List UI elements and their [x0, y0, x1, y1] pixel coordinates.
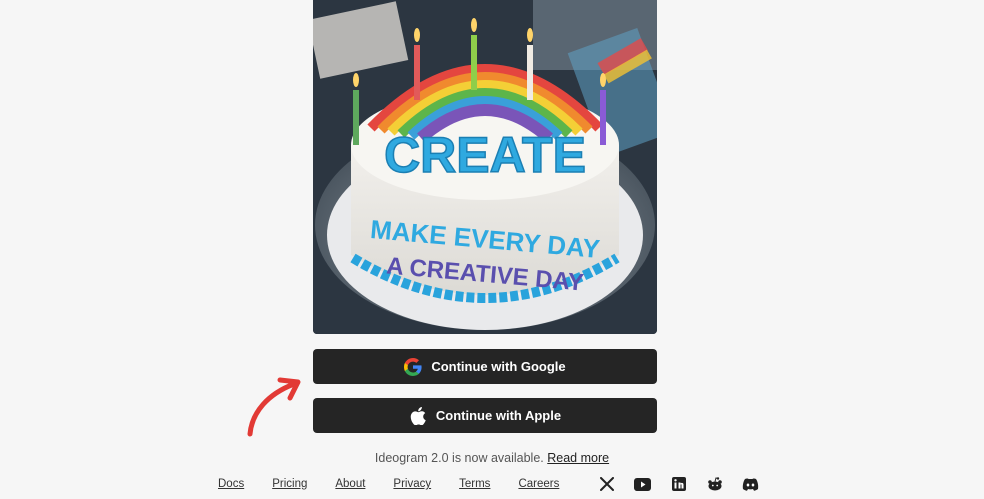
- announcement-text: Ideogram 2.0 is now available.: [374, 451, 544, 465]
- hero-image: CREATE MAKE EVERY DAY A CREATIVE DAY: [313, 0, 657, 334]
- pointer-arrow: [247, 377, 301, 437]
- continue-with-apple-button[interactable]: Continue with Apple: [313, 398, 657, 433]
- continue-with-google-button[interactable]: Continue with Google: [313, 349, 657, 384]
- footer-link-about[interactable]: About: [335, 478, 365, 490]
- x-icon[interactable]: [597, 476, 616, 492]
- footer-link-docs[interactable]: Docs: [218, 478, 244, 490]
- apple-button-label: Continue with Apple: [435, 408, 562, 423]
- google-icon: [404, 357, 422, 376]
- birthday-cake-image: CREATE MAKE EVERY DAY A CREATIVE DAY: [313, 0, 657, 334]
- reddit-icon[interactable]: [705, 476, 724, 492]
- footer-link-careers[interactable]: Careers: [518, 478, 559, 490]
- footer-link-terms[interactable]: Terms: [459, 478, 490, 490]
- social-links: [597, 476, 760, 492]
- footer: Docs Pricing About Privacy Terms Careers: [218, 475, 760, 493]
- youtube-icon[interactable]: [633, 476, 652, 492]
- footer-link-privacy[interactable]: Privacy: [393, 478, 431, 490]
- apple-icon: [409, 406, 427, 425]
- footer-link-pricing[interactable]: Pricing: [272, 478, 307, 490]
- read-more-link[interactable]: Read more: [547, 451, 609, 465]
- linkedin-icon[interactable]: [669, 476, 688, 492]
- google-button-label: Continue with Google: [431, 359, 566, 374]
- announcement-banner: Ideogram 2.0 is now available. Read more: [0, 451, 984, 465]
- cake-title-text: CREATE: [384, 127, 586, 183]
- discord-icon[interactable]: [741, 476, 760, 492]
